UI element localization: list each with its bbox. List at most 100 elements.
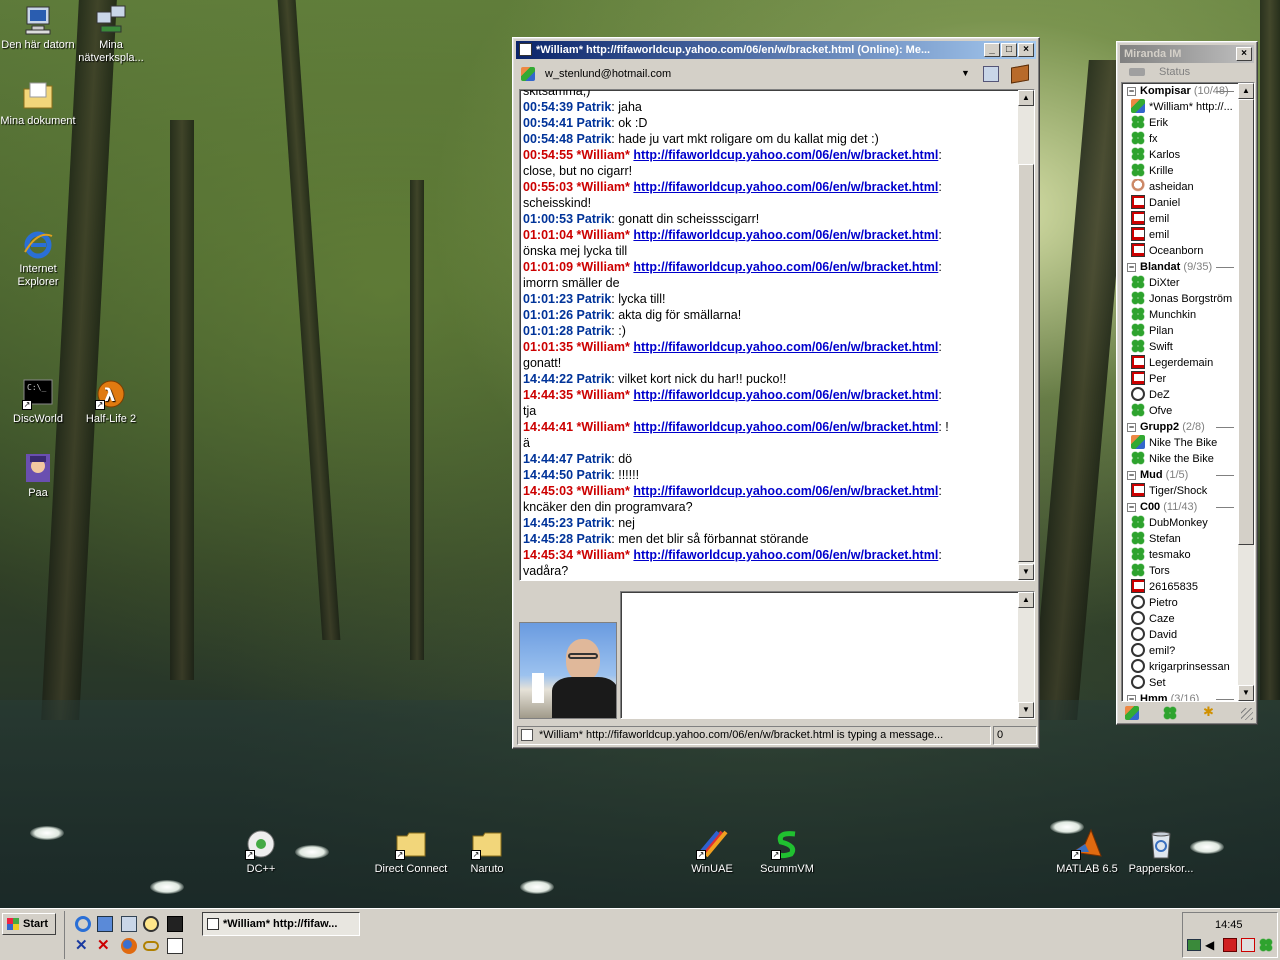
contact-item[interactable]: Caze: [1125, 611, 1236, 627]
contact-item[interactable]: Jonas Borgström: [1125, 291, 1236, 307]
contact-item[interactable]: emil: [1125, 211, 1236, 227]
start-button[interactable]: Start: [2, 913, 56, 935]
contact-group[interactable]: − Blandat (9/35): [1125, 259, 1236, 275]
contact-item[interactable]: Ofve: [1125, 403, 1236, 419]
contact-item[interactable]: DubMonkey: [1125, 515, 1236, 531]
desktop-icon-network-places[interactable]: Mina nätverkspla...: [73, 4, 149, 65]
sender-link[interactable]: http://fifaworldcup.yahoo.com/06/en/w/br…: [633, 388, 938, 402]
desktop-icon-discworld[interactable]: C:\_ ↗ DiscWorld: [0, 378, 76, 426]
contact-item[interactable]: Munchkin: [1125, 307, 1236, 323]
notepad-icon[interactable]: [167, 938, 183, 954]
miranda-window[interactable]: Miranda IM × Status − Kompisar (10/48) *Wi…: [1116, 41, 1258, 725]
contact-item[interactable]: Tiger/Shock: [1125, 483, 1236, 499]
contact-item[interactable]: Swift: [1125, 339, 1236, 355]
scroll-thumb[interactable]: [1018, 164, 1034, 562]
collapse-icon[interactable]: −: [1127, 263, 1136, 272]
sender-link[interactable]: http://fifaworldcup.yahoo.com/06/en/w/br…: [633, 484, 938, 498]
desktop-icon-half-life-2[interactable]: λ ↗ Half-Life 2: [73, 378, 149, 426]
contact-item[interactable]: DiXter: [1125, 275, 1236, 291]
contact-item[interactable]: Karlos: [1125, 147, 1236, 163]
scroll-down-button[interactable]: ▼: [1018, 702, 1034, 718]
contact-group[interactable]: − Kompisar (10/48): [1125, 83, 1236, 99]
status-menu-icon[interactable]: [1163, 706, 1177, 720]
flag-icon[interactable]: [1241, 938, 1255, 952]
taskbar-button-chat[interactable]: *William* http://fifaw...: [202, 912, 360, 936]
contact-item[interactable]: David: [1125, 627, 1236, 643]
contact-item[interactable]: Oceanborn: [1125, 243, 1236, 259]
miranda-titlebar[interactable]: Miranda IM ×: [1120, 45, 1254, 63]
sender-link[interactable]: http://fifaworldcup.yahoo.com/06/en/w/br…: [633, 180, 938, 194]
close-button[interactable]: ×: [1236, 47, 1252, 61]
desktop-icon-internet-explorer[interactable]: Internet Explorer: [0, 228, 76, 289]
scroll-thumb[interactable]: [1238, 99, 1254, 545]
contact-item[interactable]: asheidan: [1125, 179, 1236, 195]
contact-item[interactable]: Erik: [1125, 115, 1236, 131]
contact-group[interactable]: − Hmm (3/16): [1125, 691, 1236, 701]
contact-item[interactable]: Pietro: [1125, 595, 1236, 611]
shield-icon[interactable]: [1223, 938, 1237, 952]
sender-link[interactable]: http://fifaworldcup.yahoo.com/06/en/w/br…: [633, 340, 938, 354]
collapse-icon[interactable]: −: [1127, 695, 1136, 701]
contact-group[interactable]: − C00 (11/43): [1125, 499, 1236, 515]
scroll-down-button[interactable]: ▼: [1238, 685, 1254, 701]
sender-link[interactable]: http://fifaworldcup.yahoo.com/06/en/w/br…: [633, 228, 938, 242]
contact-item[interactable]: Stefan: [1125, 531, 1236, 547]
contact-item[interactable]: fx: [1125, 131, 1236, 147]
firefox-icon[interactable]: [121, 938, 137, 954]
contact-item[interactable]: emil: [1125, 227, 1236, 243]
collapse-icon[interactable]: −: [1127, 471, 1136, 480]
scroll-down-button[interactable]: ▼: [1018, 564, 1034, 580]
message-input-scrollbar[interactable]: ▲ ▼: [1018, 592, 1034, 718]
contact-item[interactable]: DeZ: [1125, 387, 1236, 403]
user-info-icon[interactable]: [983, 66, 999, 82]
close-x-red-icon[interactable]: ✕: [97, 938, 113, 954]
scroll-up-button[interactable]: ▲: [1238, 83, 1254, 99]
contact-group[interactable]: − Mud (1/5): [1125, 467, 1236, 483]
scroll-up-button[interactable]: ▲: [1018, 90, 1034, 106]
close-button[interactable]: ×: [1018, 43, 1034, 57]
desktop-icon-my-computer[interactable]: Den här datorn: [0, 4, 76, 52]
glasses-icon[interactable]: [143, 941, 159, 951]
contact-item[interactable]: Daniel: [1125, 195, 1236, 211]
contact-item[interactable]: Pilan: [1125, 323, 1236, 339]
contact-item[interactable]: krigarprinsessan: [1125, 659, 1236, 675]
desktop-icon-winuae[interactable]: ↗ WinUAE: [674, 828, 750, 876]
desktop-icon-direct-connect[interactable]: ↗ Direct Connect: [373, 828, 449, 876]
minimize-button[interactable]: _: [984, 43, 1000, 57]
sender-link[interactable]: http://fifaworldcup.yahoo.com/06/en/w/br…: [633, 148, 938, 162]
contact-item[interactable]: Nike The Bike: [1125, 435, 1236, 451]
desktop-icon-recycle-bin[interactable]: Papperskor...: [1123, 828, 1199, 876]
collapse-icon[interactable]: −: [1127, 423, 1136, 432]
desktop-icon-dcpp[interactable]: ↗ DC++: [223, 828, 299, 876]
contact-item[interactable]: tesmako: [1125, 547, 1236, 563]
contact-list-scrollbar[interactable]: ▲ ▼: [1238, 83, 1254, 701]
chevron-down-icon[interactable]: ▼: [961, 68, 970, 78]
search-icon[interactable]: [143, 916, 159, 932]
desktop-icon-matlab[interactable]: ↗ MATLAB 6.5: [1049, 828, 1125, 876]
contact-list[interactable]: − Kompisar (10/48) *William* http://... Eri…: [1121, 82, 1255, 702]
main-menu-icon[interactable]: [1125, 706, 1139, 720]
clock[interactable]: 14:45: [1215, 919, 1243, 931]
contact-item[interactable]: emil?: [1125, 643, 1236, 659]
contact-group[interactable]: − Grupp2 (2/8): [1125, 419, 1236, 435]
show-desktop-icon[interactable]: [97, 916, 113, 932]
contact-item[interactable]: Krille: [1125, 163, 1236, 179]
find-add-icon[interactable]: ✱: [1203, 705, 1214, 719]
network-icon[interactable]: [121, 916, 137, 932]
collapse-icon[interactable]: −: [1127, 87, 1136, 96]
desktop-icon-paa[interactable]: Paa: [0, 452, 76, 500]
message-log-scrollbar[interactable]: ▲ ▼: [1018, 90, 1034, 580]
maximize-button[interactable]: □: [1001, 43, 1017, 57]
message-input[interactable]: ▲ ▼: [620, 591, 1035, 719]
contact-item[interactable]: 26165835: [1125, 579, 1236, 595]
miranda-tray-icon[interactable]: [1259, 938, 1273, 952]
internet-explorer-icon[interactable]: [75, 916, 91, 932]
chat-window[interactable]: *William* http://fifaworldcup.yahoo.com/…: [512, 37, 1040, 749]
sender-link[interactable]: http://fifaworldcup.yahoo.com/06/en/w/br…: [633, 420, 938, 434]
desktop-icon-my-documents[interactable]: Mina dokument: [0, 80, 76, 128]
desktop-icon-scummvm[interactable]: ↗ ScummVM: [749, 828, 825, 876]
collapse-icon[interactable]: −: [1127, 503, 1136, 512]
status-bar[interactable]: Status: [1121, 64, 1253, 82]
sender-link[interactable]: http://fifaworldcup.yahoo.com/06/en/w/br…: [633, 260, 938, 274]
close-x-icon[interactable]: ✕: [75, 938, 91, 954]
